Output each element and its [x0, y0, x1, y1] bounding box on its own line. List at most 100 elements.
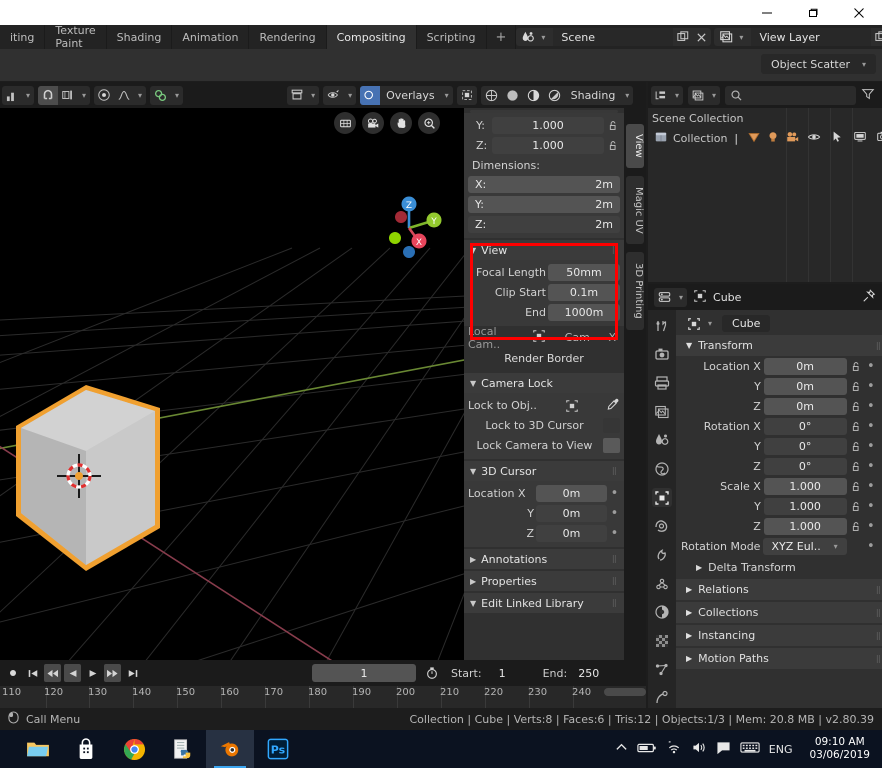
sidebar-tab-view[interactable]: View: [626, 124, 644, 168]
particles-icon[interactable]: [652, 545, 672, 565]
world-icon[interactable]: [652, 459, 672, 479]
jump-end-icon[interactable]: [124, 664, 141, 682]
current-frame-field[interactable]: 1: [312, 664, 416, 682]
location-x-field[interactable]: 0m: [763, 358, 847, 375]
animate-dot-icon[interactable]: •: [866, 360, 876, 373]
dimension-x-field[interactable]: X: 2m: [468, 176, 620, 193]
wireframe-shading-icon[interactable]: [481, 86, 502, 105]
lock-icon[interactable]: [850, 361, 863, 372]
relations-panel-header[interactable]: ▶ Relations ⣿: [676, 579, 882, 600]
object-data-selector[interactable]: ▾: [684, 314, 716, 333]
animate-dot-icon[interactable]: •: [866, 480, 876, 493]
close-button[interactable]: [836, 0, 882, 25]
file-explorer-icon[interactable]: [14, 730, 62, 768]
cursor-x-field[interactable]: 0m: [536, 485, 607, 502]
link-transform-icon[interactable]: [150, 86, 171, 105]
instancing-panel-header[interactable]: ▶ Instancing ⣿: [676, 625, 882, 646]
material-preview-icon[interactable]: [523, 86, 544, 105]
scene-icon[interactable]: [652, 431, 672, 451]
cursor-select-icon[interactable]: [831, 130, 843, 146]
maximize-button[interactable]: [790, 0, 836, 25]
new-scene-button[interactable]: [673, 28, 693, 46]
chevron-down-icon[interactable]: ▾: [171, 91, 183, 100]
clip-start-field[interactable]: 0.1m: [548, 284, 620, 301]
rewind-icon[interactable]: [44, 664, 61, 682]
camera-icon[interactable]: [362, 112, 384, 134]
viewlayer-icon[interactable]: [652, 402, 672, 422]
new-view-layer-button[interactable]: [871, 28, 882, 46]
clip-end-field[interactable]: 1000m: [548, 304, 620, 321]
timeline-scrollbar[interactable]: [604, 688, 646, 696]
filter-icon[interactable]: [861, 87, 879, 104]
animate-dot-icon[interactable]: •: [866, 420, 876, 433]
shading-label[interactable]: Shading: [565, 86, 622, 105]
animate-dot-icon[interactable]: •: [866, 460, 876, 473]
play-icon[interactable]: [84, 664, 101, 682]
focal-length-field[interactable]: 50mm: [548, 264, 620, 281]
lock-camera-to-view-checkbox[interactable]: [603, 438, 620, 453]
remove-scene-button[interactable]: [692, 28, 712, 46]
properties-editor-type-icon[interactable]: [654, 288, 675, 307]
lock-icon[interactable]: [850, 401, 863, 412]
jump-start-icon[interactable]: [24, 664, 41, 682]
lock-to-cursor-checkbox[interactable]: [603, 418, 620, 433]
camera-lock-header[interactable]: ▼ Camera Lock: [464, 373, 624, 393]
animate-dot-icon[interactable]: •: [866, 400, 876, 413]
outliner-collection-row[interactable]: Collection |: [648, 128, 882, 148]
google-chrome-icon[interactable]: [110, 730, 158, 768]
sidebar-tab-3d-printing[interactable]: 3D Printing: [626, 252, 644, 330]
workspace-tab-5[interactable]: Compositing: [326, 25, 417, 49]
dimension-y-field[interactable]: Y: 2m: [468, 196, 620, 213]
cursor-z-field[interactable]: 0m: [536, 525, 607, 542]
proportional-editing-icon[interactable]: [94, 86, 114, 105]
microsoft-store-icon[interactable]: [62, 730, 110, 768]
snap-magnet-icon[interactable]: [38, 85, 59, 105]
lock-object-picker[interactable]: [540, 399, 604, 413]
notepad-python-icon[interactable]: [158, 730, 206, 768]
object-scatter-dropdown[interactable]: Object Scatter ▾: [760, 54, 876, 74]
view-layer-icon[interactable]: [688, 86, 708, 105]
cursor-y-field[interactable]: 0m: [536, 505, 607, 522]
screen-icon[interactable]: [853, 130, 867, 146]
object-icon[interactable]: [684, 314, 704, 333]
cursor-panel-header[interactable]: ▼ 3D Cursor ⣿: [464, 461, 624, 481]
clock[interactable]: 09:10 AM 03/06/2019: [801, 736, 878, 762]
object-visibility-icon[interactable]: [323, 86, 344, 105]
texture-icon[interactable]: [652, 688, 672, 708]
animate-dot-icon[interactable]: •: [609, 487, 620, 500]
data-icon[interactable]: [652, 631, 672, 651]
scale-y-field[interactable]: 1.000: [763, 498, 847, 515]
hand-icon[interactable]: [390, 112, 412, 134]
record-icon[interactable]: [4, 664, 21, 682]
chevron-down-icon[interactable]: ▾: [344, 91, 356, 100]
local-camera-value[interactable]: Cam: [548, 331, 606, 344]
lock-icon[interactable]: [850, 481, 863, 492]
battery-icon[interactable]: [637, 742, 657, 757]
animate-dot-icon[interactable]: •: [866, 380, 876, 393]
blender-icon[interactable]: [206, 730, 254, 768]
object-mode-icon[interactable]: [287, 86, 307, 105]
outliner-search-input[interactable]: [725, 85, 856, 105]
scale-z-field[interactable]: 1.000: [492, 137, 604, 154]
tool-icon[interactable]: [652, 316, 672, 336]
scale-x-field[interactable]: 1.000: [763, 478, 847, 495]
add-workspace-button[interactable]: +: [486, 25, 517, 49]
outliner-display-mode-icon[interactable]: [651, 86, 671, 105]
material-icon[interactable]: [652, 660, 672, 680]
animate-dot-icon[interactable]: •: [866, 440, 876, 453]
photoshop-icon[interactable]: Ps: [254, 730, 302, 768]
rotation-mode-dropdown[interactable]: XYZ Eul.. ▾: [763, 538, 847, 555]
language-indicator[interactable]: ENG: [769, 743, 793, 756]
render-border-label[interactable]: Render Border: [464, 348, 624, 371]
volume-icon[interactable]: [691, 741, 707, 757]
smooth-falloff-icon[interactable]: [114, 86, 134, 105]
scale-y-field[interactable]: 1.000: [492, 117, 604, 134]
location-y-field[interactable]: 0m: [763, 378, 847, 395]
annotations-panel-header[interactable]: ▶ Annotations ⣿: [464, 549, 624, 569]
lock-icon[interactable]: [606, 120, 620, 131]
toggle-xray-icon[interactable]: [457, 86, 477, 105]
chevron-down-icon[interactable]: ▾: [704, 319, 716, 328]
rotation-z-field[interactable]: 0°: [763, 458, 847, 475]
workspace-tab-1[interactable]: Texture Paint: [45, 24, 107, 50]
grid-icon[interactable]: [334, 112, 356, 134]
